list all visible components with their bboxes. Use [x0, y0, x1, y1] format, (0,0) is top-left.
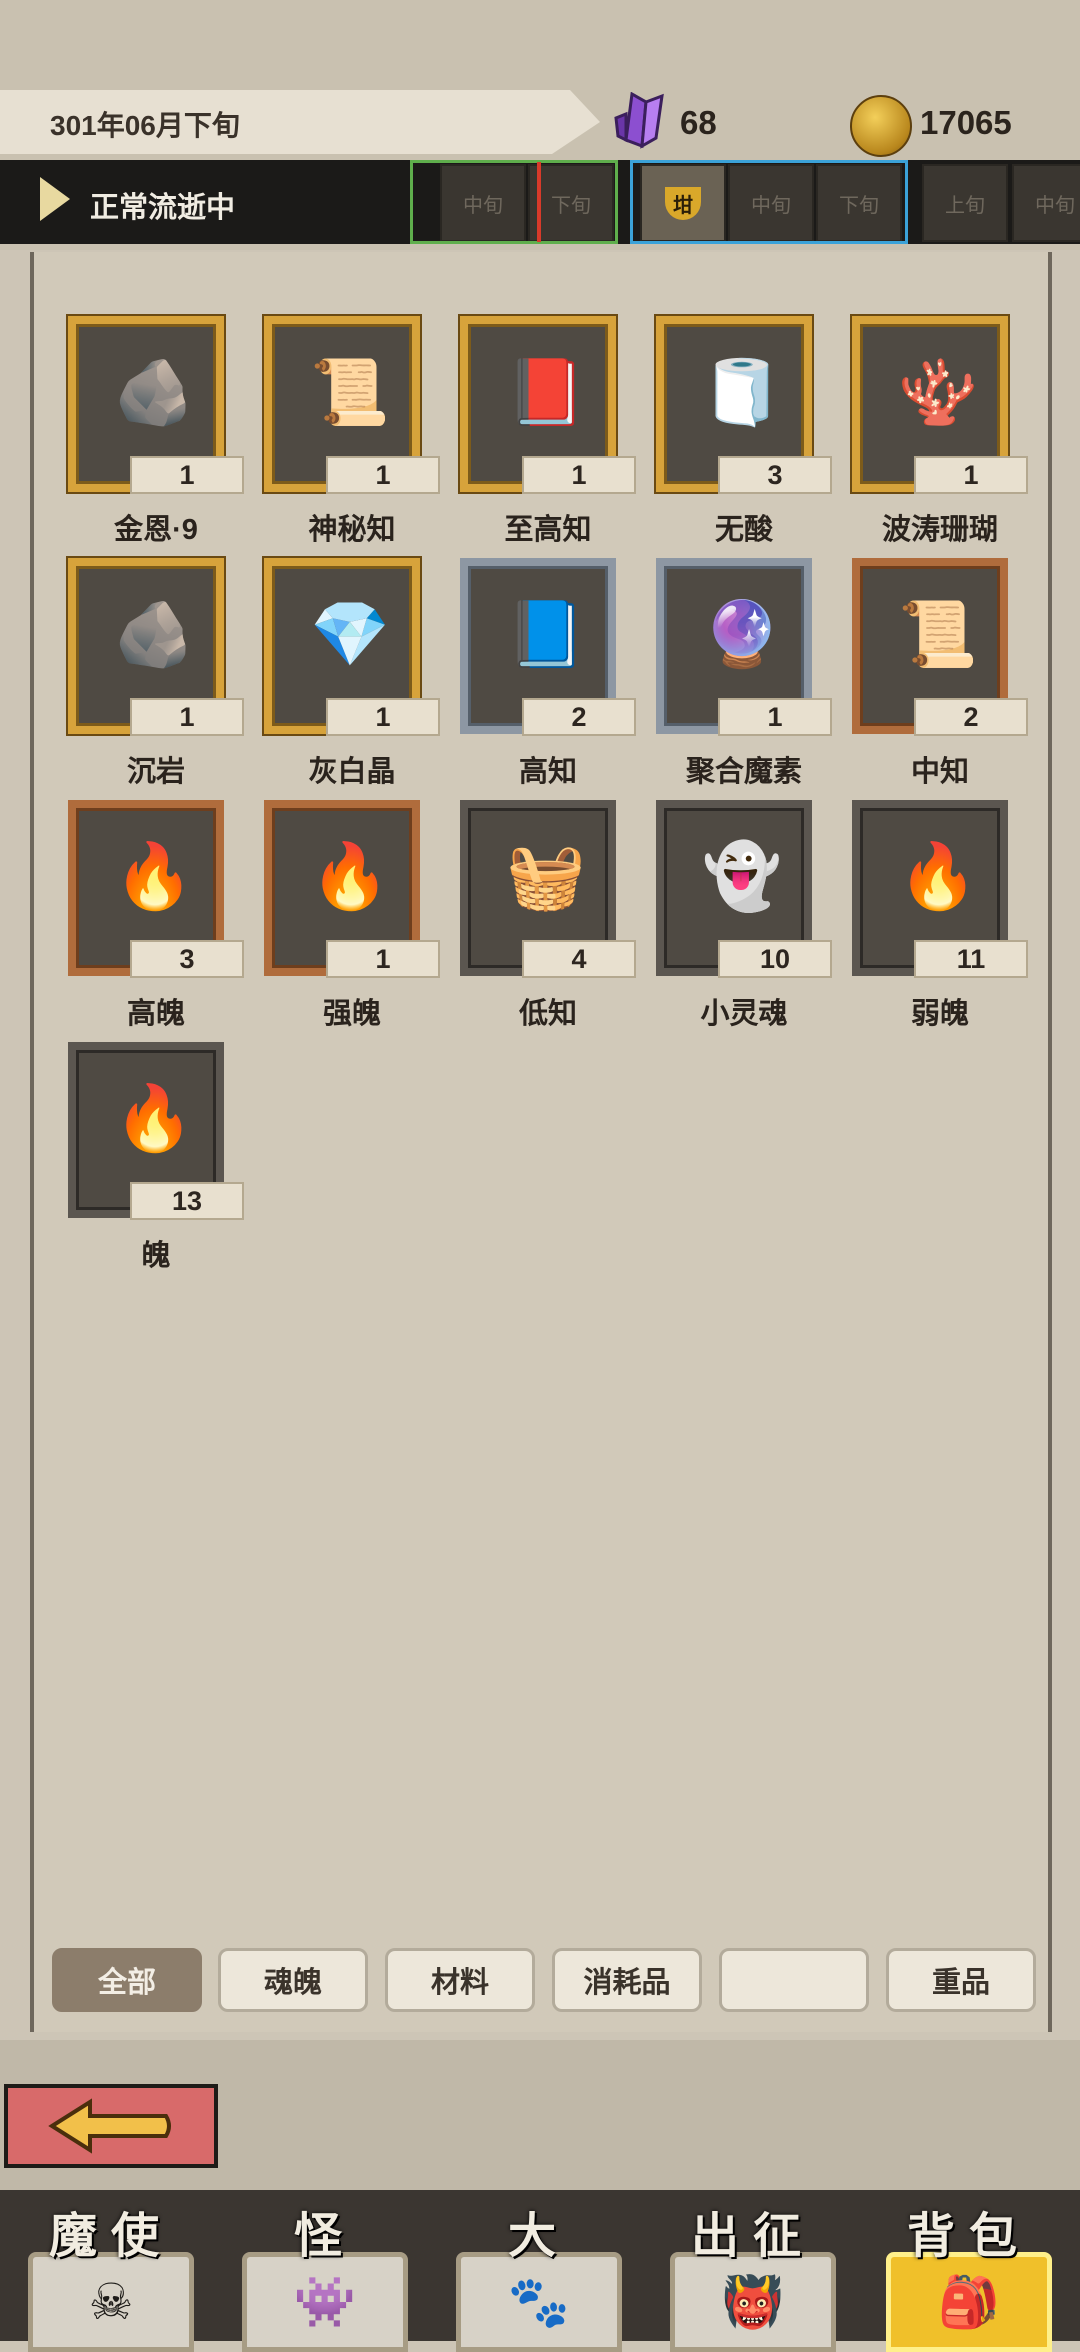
item-quantity: 2	[522, 698, 636, 736]
item-quantity: 10	[718, 940, 832, 978]
tab-empty[interactable]	[719, 1948, 869, 2012]
item-name: 聚合魔素	[685, 756, 802, 788]
inventory-item[interactable]: 🔥 11 弱魄	[842, 800, 1028, 1040]
back-button[interactable]	[4, 2084, 218, 2168]
item-name: 强魄	[322, 998, 381, 1030]
inventory-item[interactable]: 🪨 1 金恩·9	[58, 316, 244, 556]
beast-icon: 🐾	[456, 2252, 622, 2352]
inventory-item[interactable]: 📘 2 高知	[450, 558, 636, 798]
item-quantity: 1	[130, 456, 244, 494]
nav-expedition[interactable]: 👹 出征	[646, 2190, 860, 2352]
tome-icon: 📕	[506, 355, 586, 428]
time-marker	[537, 162, 541, 242]
tab-soul[interactable]: 魂魄	[218, 1948, 368, 2012]
item-name: 高魄	[126, 998, 185, 1030]
item-name: 小灵魂	[700, 998, 788, 1030]
rolled-scroll-icon: 📜	[898, 597, 978, 670]
inventory-item[interactable]: 🔥 3 高魄	[58, 800, 244, 1040]
item-quantity: 1	[914, 456, 1028, 494]
nav-mage[interactable]: ☠ 魔使	[4, 2190, 218, 2352]
coin-count: 17065	[920, 104, 1012, 141]
nav-backpack[interactable]: 🎒 背包	[862, 2190, 1076, 2352]
inventory-item[interactable]: 🔥 13 魄	[58, 1042, 244, 1282]
inventory-item[interactable]: 👻 10 小灵魂	[646, 800, 832, 1040]
item-quantity: 13	[130, 1182, 244, 1220]
period-group-current	[410, 160, 618, 244]
inventory-item[interactable]: 🧺 4 低知	[450, 800, 636, 1040]
crystal-count: 68	[680, 104, 717, 141]
crystal-icon	[614, 92, 664, 149]
item-quantity: 3	[130, 940, 244, 978]
inventory-item[interactable]: 🔮 1 聚合魔素	[646, 558, 832, 798]
date-label: 301年06月下旬	[50, 110, 240, 141]
period-slot: 中旬	[1012, 164, 1080, 242]
item-name: 魄	[141, 1240, 171, 1272]
nav-big[interactable]: 🐾 大	[432, 2190, 646, 2352]
item-quantity: 11	[914, 940, 1028, 978]
item-quantity: 1	[326, 698, 440, 736]
inventory-item[interactable]: 🪸 1 波涛珊瑚	[842, 316, 1028, 556]
item-quantity: 1	[326, 456, 440, 494]
tab-all[interactable]: 全部	[52, 1948, 202, 2012]
crystal-icon: 💎	[310, 597, 390, 670]
backpack-icon: 🎒	[886, 2252, 1052, 2352]
flame-icon: 🔥	[898, 839, 978, 912]
nav-monster[interactable]: 👾 怪	[218, 2190, 432, 2352]
inventory-item[interactable]: 💎 1 灰白晶	[254, 558, 440, 798]
item-name: 灰白晶	[308, 756, 396, 788]
item-quantity: 1	[718, 698, 832, 736]
spirit-icon: 👻	[702, 839, 782, 912]
orb-icon: 🔮	[702, 597, 782, 670]
item-name: 至高知	[504, 514, 592, 546]
item-name: 神秘知	[308, 514, 396, 546]
inventory-item[interactable]: 🪨 1 沉岩	[58, 558, 244, 798]
period-slot: 上旬	[922, 164, 1008, 242]
inventory-item[interactable]: 🧻 3 无酸	[646, 316, 832, 556]
inventory-item[interactable]: 📜 1 神秘知	[254, 316, 440, 556]
flame-icon: 🔥	[114, 1081, 194, 1154]
item-name: 沉岩	[126, 756, 185, 788]
inventory-item[interactable]: 📜 2 中知	[842, 558, 1028, 798]
tab-consumable[interactable]: 消耗品	[552, 1948, 702, 2012]
item-quantity: 1	[522, 456, 636, 494]
item-name: 无酸	[714, 514, 773, 546]
tablet-icon: 📜	[310, 355, 390, 428]
play-icon[interactable]	[40, 177, 70, 221]
skull-icon: ☠	[28, 2252, 194, 2352]
flow-status: 正常流逝中	[90, 192, 236, 224]
item-name: 中知	[910, 756, 969, 788]
inventory-item[interactable]: 🔥 1 强魄	[254, 800, 440, 1040]
back-arrow-icon	[48, 2098, 171, 2154]
item-name: 弱魄	[910, 998, 969, 1030]
item-name: 波涛珊瑚	[881, 514, 998, 546]
item-quantity: 4	[522, 940, 636, 978]
period-group-next	[630, 160, 908, 244]
flame-icon: 🔥	[114, 839, 194, 912]
bundle-icon: 🧺	[506, 839, 586, 912]
monster-icon: 👾	[242, 2252, 408, 2352]
item-quantity: 2	[914, 698, 1028, 736]
book-icon: 📘	[506, 597, 586, 670]
item-quantity: 3	[718, 456, 832, 494]
item-quantity: 1	[326, 940, 440, 978]
flame-icon: 🔥	[310, 839, 390, 912]
horned-face-icon: 👹	[670, 2252, 836, 2352]
rune-stone-icon: 🪨	[114, 355, 194, 428]
item-name: 金恩·9	[114, 514, 198, 546]
inventory-item[interactable]: 📕 1 至高知	[450, 316, 636, 556]
rock-icon: 🪨	[114, 597, 194, 670]
item-name: 高知	[518, 756, 577, 788]
item-quantity: 1	[130, 698, 244, 736]
scroll-icon: 🧻	[702, 355, 782, 428]
tab-important[interactable]: 重品	[886, 1948, 1036, 2012]
tab-material[interactable]: 材料	[385, 1948, 535, 2012]
item-name: 低知	[518, 998, 577, 1030]
coral-icon: 🪸	[898, 355, 978, 428]
coin-icon	[850, 95, 912, 157]
